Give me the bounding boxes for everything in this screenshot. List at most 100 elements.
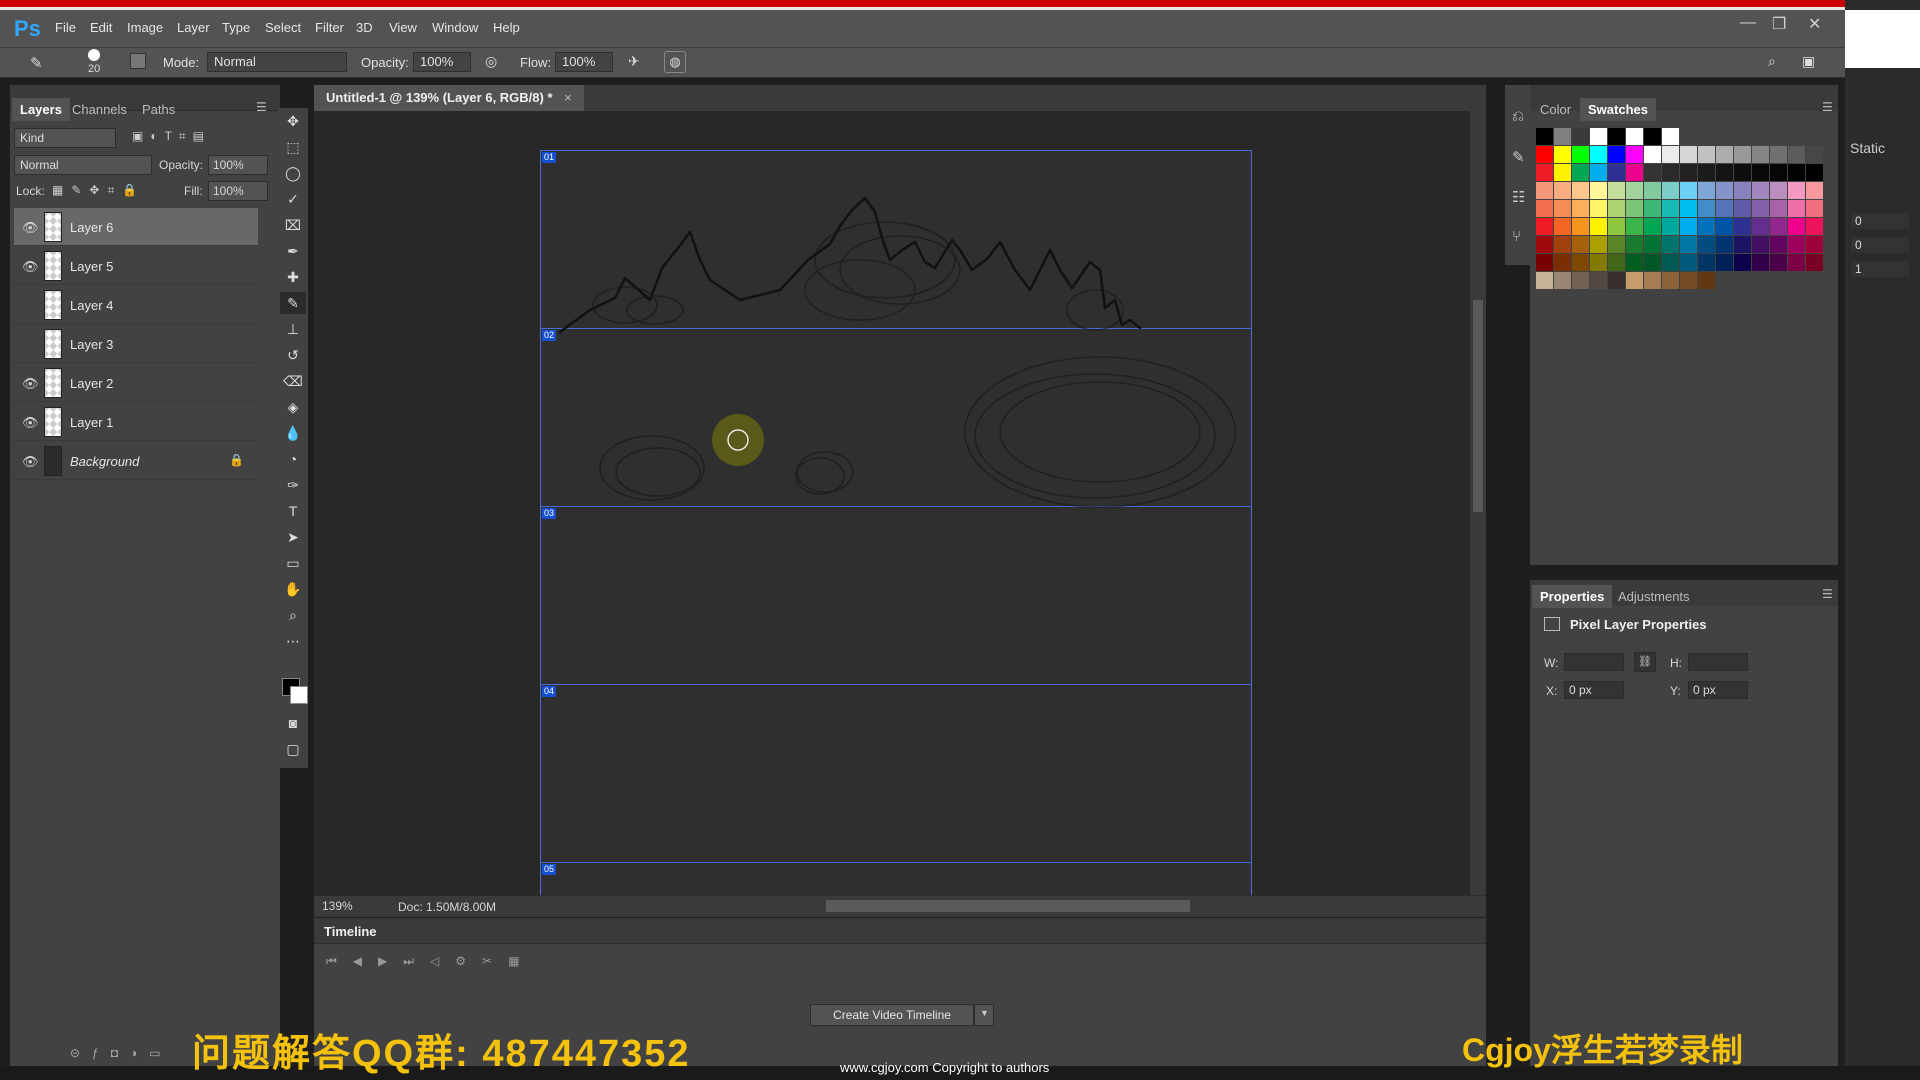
swatch[interactable]	[1770, 182, 1787, 199]
swatch[interactable]	[1752, 146, 1769, 163]
eye-icon[interactable]: 👁	[22, 415, 39, 431]
swatch[interactable]	[1626, 164, 1643, 181]
layer-row-layer-1[interactable]: 👁 Layer 1	[14, 403, 258, 441]
brush-tool-icon[interactable]: ✎	[280, 292, 306, 314]
swatch[interactable]	[1572, 182, 1589, 199]
paths-panel-icon[interactable]: ⑂	[1512, 228, 1521, 245]
layer-row-layer-6[interactable]: 👁 Layer 6	[14, 208, 258, 246]
stamp-tool-icon[interactable]: ⊥	[280, 318, 306, 340]
swatch[interactable]	[1536, 182, 1553, 199]
x-input[interactable]: 0 px	[1564, 681, 1624, 699]
swatch[interactable]	[1788, 182, 1805, 199]
swatch[interactable]	[1680, 236, 1697, 253]
swatch[interactable]	[1770, 218, 1787, 235]
swatch[interactable]	[1608, 254, 1625, 271]
layer-row-layer-5[interactable]: 👁 Layer 5	[14, 247, 258, 285]
tab-properties[interactable]: Properties	[1532, 585, 1613, 608]
eye-icon[interactable]: 👁	[22, 220, 39, 236]
swatch[interactable]	[1644, 146, 1661, 163]
blur-tool-icon[interactable]: 💧	[280, 422, 306, 444]
eyedropper-tool-icon[interactable]: ✒	[280, 240, 306, 262]
history-brush-tool-icon[interactable]: ↺	[280, 344, 306, 366]
swatch[interactable]	[1662, 128, 1679, 145]
vertical-scroll-thumb[interactable]	[1473, 300, 1483, 512]
swatch[interactable]	[1554, 182, 1571, 199]
swatch[interactable]	[1770, 236, 1787, 253]
swatch[interactable]	[1644, 182, 1661, 199]
swatch[interactable]	[1680, 218, 1697, 235]
swatch[interactable]	[1590, 182, 1607, 199]
swatch[interactable]	[1698, 272, 1715, 289]
opacity-input[interactable]: 100%	[413, 52, 471, 72]
paint-bucket-tool-icon[interactable]: ◈	[280, 396, 306, 418]
swatch[interactable]	[1536, 164, 1553, 181]
properties-panel-icon[interactable]: ☷	[1512, 188, 1525, 206]
swatch[interactable]	[1644, 218, 1661, 235]
swatch[interactable]	[1626, 182, 1643, 199]
swatch[interactable]	[1572, 164, 1589, 181]
swatch[interactable]	[1554, 200, 1571, 217]
swatch[interactable]	[1752, 182, 1769, 199]
swatch[interactable]	[1626, 200, 1643, 217]
y-input[interactable]: 0 px	[1688, 681, 1748, 699]
swatch[interactable]	[1734, 200, 1751, 217]
swatch[interactable]	[1680, 182, 1697, 199]
flow-input[interactable]: 100%	[555, 52, 613, 72]
swatch[interactable]	[1590, 146, 1607, 163]
pressure-opacity-icon[interactable]: ◎	[485, 53, 497, 70]
menu-image[interactable]: Image	[127, 20, 163, 35]
swatch[interactable]	[1554, 218, 1571, 235]
menu-select[interactable]: Select	[265, 20, 301, 35]
swatch[interactable]	[1752, 254, 1769, 271]
lock-options-icons[interactable]: ▦✎✥⌗🔒	[52, 183, 145, 198]
swatch[interactable]	[1662, 218, 1679, 235]
menu-file[interactable]: File	[55, 20, 76, 35]
swatch[interactable]	[1662, 254, 1679, 271]
link-icon[interactable]: ⛓	[1634, 652, 1656, 672]
brush-tool-icon[interactable]: ✎	[30, 54, 43, 72]
swatch[interactable]	[1590, 128, 1607, 145]
swatch[interactable]	[1608, 182, 1625, 199]
swatch[interactable]	[1554, 164, 1571, 181]
swatch[interactable]	[1698, 254, 1715, 271]
swatch[interactable]	[1626, 254, 1643, 271]
swatch[interactable]	[1716, 164, 1733, 181]
swatch[interactable]	[1626, 146, 1643, 163]
swatch[interactable]	[1734, 218, 1751, 235]
tab-channels[interactable]: Channels	[64, 98, 135, 121]
lasso-tool-icon[interactable]: ◯	[280, 162, 306, 184]
swatch[interactable]	[1608, 146, 1625, 163]
swatch[interactable]	[1806, 146, 1823, 163]
swatch[interactable]	[1590, 164, 1607, 181]
swatch[interactable]	[1716, 254, 1733, 271]
pressure-size-icon[interactable]: ◍	[664, 51, 686, 73]
hand-tool-icon[interactable]: ✋	[280, 578, 306, 600]
swatch[interactable]	[1626, 272, 1643, 289]
more-tools-icon[interactable]: ⋯	[280, 630, 306, 652]
swatch[interactable]	[1662, 164, 1679, 181]
swatch[interactable]	[1572, 272, 1589, 289]
tab-paths[interactable]: Paths	[134, 98, 183, 121]
fill-input[interactable]: 100%	[208, 181, 268, 201]
create-timeline-dropdown[interactable]: ▼	[974, 1004, 994, 1026]
swatch[interactable]	[1554, 236, 1571, 253]
layer-row-background[interactable]: 👁 Background 🔒	[14, 442, 258, 480]
swatch[interactable]	[1608, 236, 1625, 253]
create-video-timeline-button[interactable]: Create Video Timeline	[810, 1004, 974, 1026]
menu-3d[interactable]: 3D	[356, 20, 373, 35]
panel-menu-icon[interactable]: ☰	[1822, 100, 1833, 114]
swatch[interactable]	[1608, 218, 1625, 235]
layer-row-layer-2[interactable]: 👁 Layer 2	[14, 364, 258, 402]
swatch[interactable]	[1554, 272, 1571, 289]
swatch[interactable]	[1680, 254, 1697, 271]
brush-size[interactable]: 20	[88, 63, 100, 75]
swatch[interactable]	[1788, 146, 1805, 163]
swatch[interactable]	[1806, 254, 1823, 271]
swatch[interactable]	[1734, 164, 1751, 181]
swatch[interactable]	[1572, 128, 1589, 145]
healing-tool-icon[interactable]: ✚	[280, 266, 306, 288]
brush-presets-icon[interactable]: ✎	[1512, 148, 1525, 166]
eye-icon[interactable]: 👁	[22, 454, 39, 470]
swatch[interactable]	[1572, 236, 1589, 253]
swatch[interactable]	[1716, 182, 1733, 199]
